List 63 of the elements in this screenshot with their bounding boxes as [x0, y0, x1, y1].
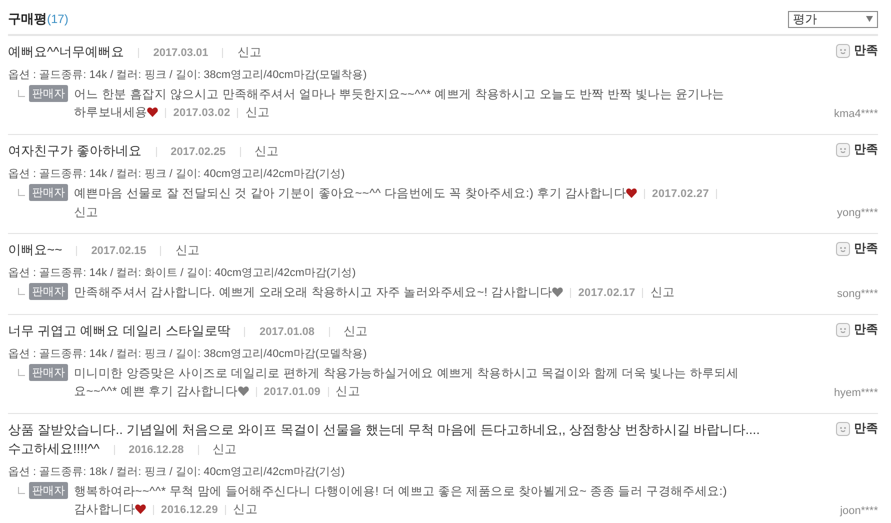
report-link[interactable]: 신고 — [237, 45, 262, 59]
reply-date: 2017.01.09 — [264, 386, 321, 398]
reply-text: 요~~^^* 예쁜 후기 감사합니다 — [74, 384, 238, 398]
option-text: 옵션 : 골드종류: 14k / 컬러: 화이트 / 길이: 40cm영고리/42cm마감(기성) — [8, 266, 357, 280]
seller-badge: 판매자 — [29, 85, 68, 102]
option-text: 옵션 : 골드종류: 18k / 컬러: 핑크 / 길이: 40cm영고리/42cm마감(기성) — [8, 465, 346, 479]
smiley-icon — [836, 422, 850, 436]
seller-badge: 판매자 — [29, 364, 68, 381]
reply-text: 만족해주셔서 감사합니다. 예쁘게 오래오래 착용하시고 자주 놀러와주세요~! 감사합니다 — [74, 285, 552, 299]
review-date: 2017.01.08 — [259, 326, 315, 338]
review-date: 2017.02.25 — [170, 146, 226, 158]
option-text: 옵션 : 골드종류: 14k / 컬러: 핑크 / 길이: 38cm영고리/40cm마감(모델착용) — [8, 347, 368, 361]
report-link[interactable]: 신고 — [650, 285, 675, 299]
option-text: 옵션 : 골드종류: 14k / 컬러: 핑크 / 길이: 40cm영고리/42cm마감(기성) — [8, 167, 346, 181]
review-title: 여자친구가 좋아하네요 — [8, 143, 142, 158]
review-date: 2016.12.28 — [128, 444, 184, 456]
rating-label: 만족 — [854, 321, 878, 338]
reply-date: 2016.12.29 — [161, 504, 218, 516]
reply-date: 2017.03.02 — [173, 107, 230, 119]
rating-label: 만족 — [854, 420, 878, 437]
review-title: 예뻐요^^너무예뻐요 — [8, 44, 124, 59]
section-title: 구매평 — [8, 11, 47, 26]
review-title: 상품 잘받았습니다.. 기념일에 처음으로 와이프 목걸이 선물을 했는데 무척 마음에 든다고하네요,, 상점항상 번창하시길 바랍니다.... — [8, 421, 760, 439]
review-date: 2017.03.01 — [153, 47, 208, 59]
reply-text: 하루보내세용 — [74, 105, 148, 119]
smiley-icon — [836, 44, 850, 58]
seller-badge: 판매자 — [29, 184, 68, 201]
user-id: yong**** — [837, 207, 878, 219]
user-id: joon**** — [840, 505, 878, 517]
review-count: (17) — [47, 12, 68, 26]
review-title: 이뻐요~~ — [8, 242, 62, 257]
reply-date: 2017.02.27 — [652, 188, 710, 200]
sort-select[interactable]: 평가 — [788, 10, 878, 28]
review-title: 너무 귀엽고 예뻐요 데일리 스타일로딱 — [8, 323, 230, 338]
seller-badge: 판매자 — [29, 482, 68, 499]
user-id: hyem**** — [834, 387, 878, 399]
rating-label: 만족 — [854, 141, 878, 158]
report-link[interactable]: 신고 — [336, 384, 360, 398]
review-date: 2017.02.15 — [91, 245, 146, 257]
report-link[interactable]: 신고 — [344, 324, 368, 338]
seller-badge: 판매자 — [29, 283, 68, 300]
option-text: 옵션 : 골드종류: 14k / 컬러: 핑크 / 길이: 38cm영고리/40cm마감(모델착용) — [8, 68, 368, 82]
caret-icon — [866, 16, 873, 22]
report-link[interactable]: 신고 — [175, 243, 200, 257]
reply-text: 미니미한 앙증맞은 사이즈로 데일리로 편하게 착용가능하실거에요 예쁘게 착용하시고 목걸이와 함께 더욱 빛나는 하루되세 — [74, 365, 739, 382]
rating-label: 만족 — [854, 240, 878, 257]
user-id: kma4**** — [834, 108, 878, 120]
report-link[interactable]: 신고 — [245, 105, 270, 119]
report-link[interactable]: 신고 — [254, 144, 279, 158]
reply-date: 2017.02.17 — [578, 287, 636, 299]
rating-label: 만족 — [854, 42, 878, 59]
report-link[interactable]: 신고 — [74, 205, 98, 219]
reply-text: 예쁜마음 선물로 잘 전달되신 것 같아 기분이 좋아요~~^^ 다음번에도 꼭 찾아주세요:) 후기 감사합니다 — [74, 186, 626, 200]
user-id: song**** — [837, 288, 878, 300]
review-title: 수고하세요!!!!^^ — [8, 441, 100, 456]
reply-text: 행복하여라~~^^* 무척 맘에 들어해주신다니 다행이에용! 더 예쁘고 좋은 제품으로 찾아뵐게요~ 종종 들러 구경해주세요:) — [74, 483, 728, 500]
smiley-icon — [836, 322, 850, 336]
smiley-icon — [836, 142, 850, 156]
report-link[interactable]: 신고 — [233, 502, 258, 516]
reply-text: 어느 한분 흠잡지 않으시고 만족해주셔서 얼마나 뿌듯한지요~~^^* 예쁘게 착용하시고 오늘도 반짝 반짝 빛나는 윤기나는 — [74, 86, 724, 103]
reply-text: 감사합니다 — [74, 502, 135, 516]
report-link[interactable]: 신고 — [212, 442, 237, 456]
smiley-icon — [836, 242, 850, 256]
